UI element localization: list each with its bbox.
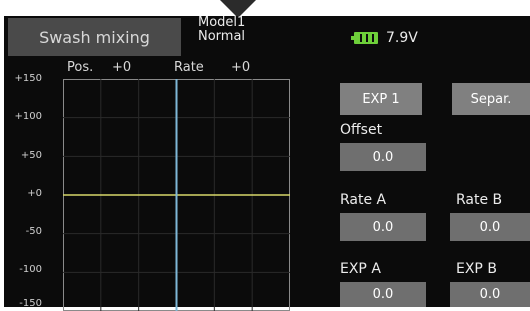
exp-a-label: EXP A <box>340 261 381 277</box>
offset-label: Offset <box>340 122 383 138</box>
y-tick-label: -100 <box>19 264 42 275</box>
rate-a-label: Rate A <box>340 192 387 208</box>
y-tick-label: +50 <box>20 150 42 161</box>
page-title[interactable]: Swash mixing <box>8 18 181 56</box>
y-tick-label: -150 <box>19 298 42 309</box>
model-name: Model1 <box>198 15 246 30</box>
separate-button[interactable]: Separ. <box>452 83 530 115</box>
model-info: Model1 Normal <box>198 16 245 44</box>
y-tick-label: +150 <box>14 73 42 84</box>
radio-screen: Swash mixing Model1 Normal 7.9V Pos. +0 … <box>4 16 530 311</box>
rate-b-field[interactable]: 0.0 <box>450 213 530 241</box>
rate-a-field[interactable]: 0.0 <box>340 213 426 241</box>
rate-label: Rate <box>174 60 204 75</box>
battery-voltage: 7.9V <box>386 30 418 46</box>
curve-graph[interactable] <box>63 79 290 311</box>
pos-label: Pos. <box>67 60 94 75</box>
exp-mode-button[interactable]: EXP 1 <box>340 83 422 115</box>
y-tick-label: +100 <box>14 111 42 122</box>
rate-b-label: Rate B <box>456 192 503 208</box>
offset-field[interactable]: 0.0 <box>340 143 426 171</box>
curve-graph-svg <box>63 79 290 311</box>
battery-icon <box>351 32 378 44</box>
exp-a-field[interactable]: 0.0 <box>340 282 426 307</box>
y-tick-label: +0 <box>27 188 42 199</box>
exp-b-field[interactable]: 0.0 <box>450 282 530 307</box>
pos-value: +0 <box>112 60 132 75</box>
rate-value: +0 <box>231 60 251 75</box>
condition-name: Normal <box>198 29 246 44</box>
exp-b-label: EXP B <box>456 261 497 277</box>
y-tick-label: -50 <box>25 226 42 237</box>
